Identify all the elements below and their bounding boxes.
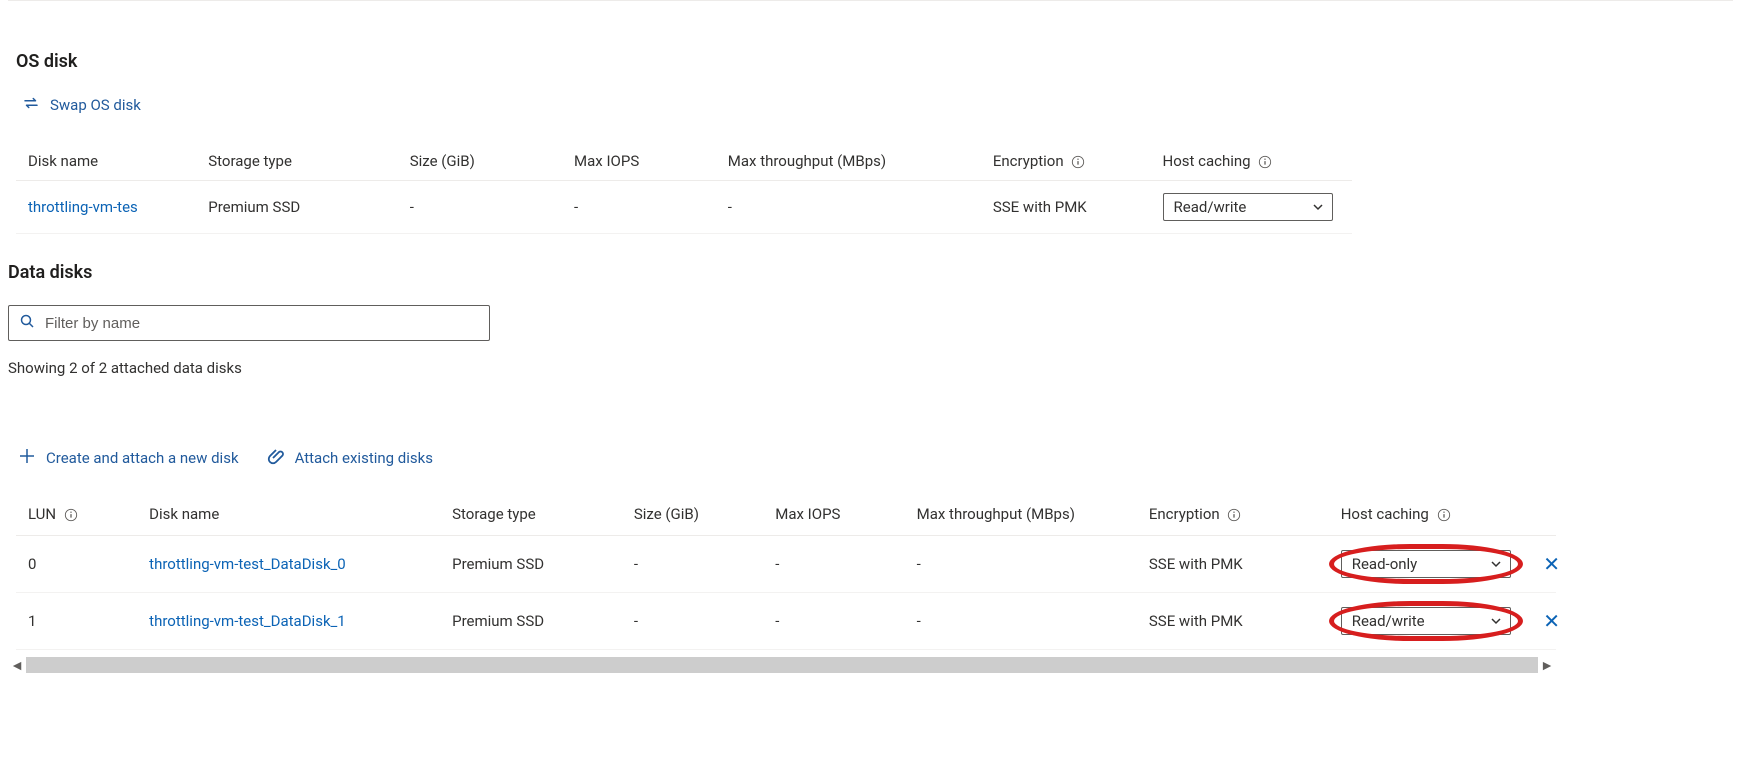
col-encryption: Encryption [981,144,1151,181]
cell-lun: 1 [16,593,137,650]
cell-max-iops: - [763,536,904,593]
cell-size: - [622,536,763,593]
col-size: Size (GiB) [622,497,763,536]
data-disk-name-link[interactable]: throttling-vm-test_DataDisk_1 [149,612,346,630]
col-lun: LUN [16,497,137,536]
swap-os-disk-label: Swap OS disk [50,96,141,114]
plus-icon [18,447,36,469]
os-disk-size: - [398,181,562,234]
os-disk-max-iops: - [562,181,716,234]
swap-icon [22,94,40,116]
col-max-throughput: Max throughput (MBps) [716,144,981,181]
cell-max-iops: - [763,593,904,650]
info-icon[interactable] [64,508,78,522]
os-disk-name-link[interactable]: throttling-vm-tes [28,198,138,216]
info-icon[interactable] [1071,155,1085,169]
filter-by-name-input[interactable] [43,314,479,333]
data-disk-host-caching-select[interactable]: Read/write [1341,607,1511,635]
col-storage-type: Storage type [196,144,397,181]
showing-count-text: Showing 2 of 2 attached data disks [8,359,1733,377]
filter-by-name-input-wrapper[interactable] [8,305,490,341]
detach-disk-button[interactable]: ✕ [1543,609,1560,633]
os-disk-encryption: SSE with PMK [981,181,1151,234]
col-host-caching: Host caching [1151,144,1353,181]
chevron-down-icon [1490,615,1502,627]
data-disk-name-link[interactable]: throttling-vm-test_DataDisk_0 [149,555,346,573]
cell-storage-type: Premium SSD [440,593,622,650]
search-icon [19,313,35,333]
cell-lun: 0 [16,536,137,593]
cell-encryption: SSE with PMK [1137,536,1329,593]
chevron-down-icon [1490,558,1502,570]
col-host-caching: Host caching [1329,497,1556,536]
horizontal-scrollbar[interactable]: ◄ ► [8,656,1556,674]
detach-disk-button[interactable]: ✕ [1543,552,1560,576]
attach-icon [267,447,285,469]
data-disk-row: 1 throttling-vm-test_DataDisk_1 Premium … [16,593,1556,650]
col-encryption: Encryption [1137,497,1329,536]
host-caching-value: Read/write [1352,612,1425,630]
info-icon[interactable] [1437,508,1451,522]
attach-existing-disks-button[interactable]: Attach existing disks [267,447,433,469]
col-max-iops: Max IOPS [763,497,904,536]
os-disk-max-throughput: - [716,181,981,234]
scroll-track[interactable] [26,657,1538,673]
cell-max-throughput: - [905,536,1137,593]
col-size: Size (GiB) [398,144,562,181]
data-disks-table: LUN Disk name Storage type Size (GiB) Ma… [16,497,1556,650]
cell-encryption: SSE with PMK [1137,593,1329,650]
col-storage-type: Storage type [440,497,622,536]
attach-existing-label: Attach existing disks [295,449,433,467]
cell-storage-type: Premium SSD [440,536,622,593]
scroll-right-arrow[interactable]: ► [1538,656,1556,674]
data-disk-host-caching-select[interactable]: Read-only [1341,550,1511,578]
data-disk-row: 0 throttling-vm-test_DataDisk_0 Premium … [16,536,1556,593]
info-icon[interactable] [1227,508,1241,522]
os-disk-row: throttling-vm-tes Premium SSD - - - SSE … [16,181,1352,234]
host-caching-value: Read-only [1352,555,1418,573]
data-disks-heading: Data disks [8,262,1733,283]
chevron-down-icon [1312,201,1324,213]
col-disk-name: Disk name [137,497,440,536]
info-icon[interactable] [1258,155,1272,169]
os-disk-table: Disk name Storage type Size (GiB) Max IO… [16,144,1352,234]
col-disk-name: Disk name [16,144,196,181]
swap-os-disk-button[interactable]: Swap OS disk [22,94,1733,116]
cell-size: - [622,593,763,650]
os-disk-heading: OS disk [16,51,1733,72]
scroll-left-arrow[interactable]: ◄ [8,656,26,674]
col-max-throughput: Max throughput (MBps) [905,497,1137,536]
os-disk-host-caching-select[interactable]: Read/write [1163,193,1333,221]
os-disk-host-caching-value: Read/write [1174,198,1247,216]
create-attach-new-disk-button[interactable]: Create and attach a new disk [18,447,239,469]
col-max-iops: Max IOPS [562,144,716,181]
os-disk-storage-type: Premium SSD [196,181,397,234]
cell-max-throughput: - [905,593,1137,650]
create-attach-label: Create and attach a new disk [46,449,239,467]
